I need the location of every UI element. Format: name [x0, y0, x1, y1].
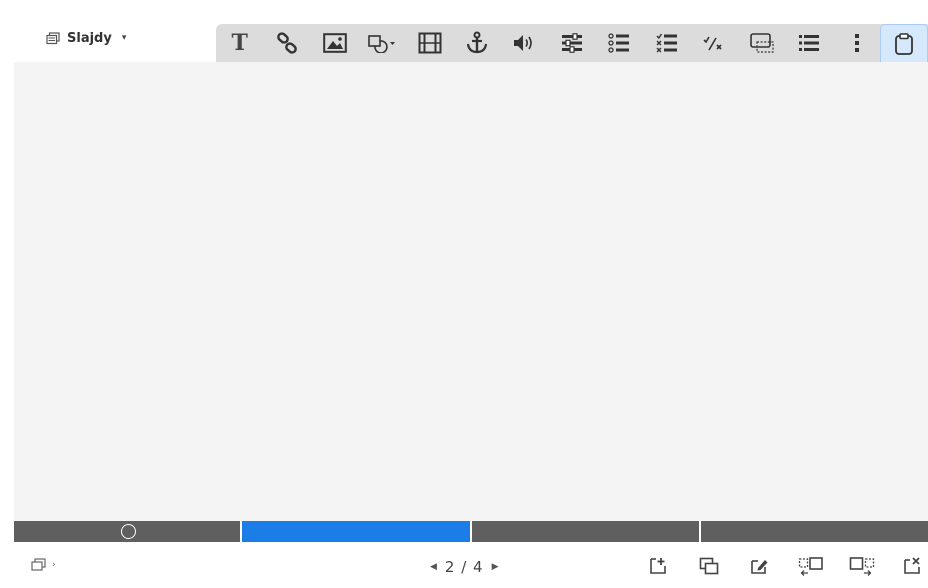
- toolbar: T: [216, 24, 928, 62]
- timeline-segment-1[interactable]: [14, 521, 242, 542]
- anchor-button[interactable]: [453, 24, 500, 62]
- add-slide-button[interactable]: [632, 554, 683, 578]
- slides-menu-label: Slajdy: [67, 30, 112, 46]
- link-button[interactable]: [263, 24, 310, 62]
- checklist-icon: [656, 33, 677, 53]
- multiple-choice-button[interactable]: [596, 24, 643, 62]
- edit-slide-button[interactable]: [734, 554, 785, 578]
- delete-slide-icon: [903, 557, 920, 574]
- timeline-segment-3[interactable]: [472, 521, 701, 542]
- text-button[interactable]: T: [216, 24, 263, 62]
- chevron-down-icon: ▾: [121, 33, 127, 43]
- slide-timeline: [14, 521, 928, 542]
- bottom-bar: › ◀ 2 / 4 ▶: [0, 542, 928, 588]
- slide-canvas[interactable]: [14, 62, 928, 521]
- page-indicator: 2 / 4: [444, 558, 484, 576]
- link-icon: [277, 32, 298, 54]
- slide-actions: [632, 554, 928, 578]
- fraction-icon: [703, 36, 722, 51]
- layout-caret-icon: ›: [52, 560, 56, 570]
- playhead-marker-icon[interactable]: [121, 524, 136, 539]
- slides-icon: [46, 31, 60, 45]
- clipboard-icon: [895, 32, 913, 55]
- slider-button[interactable]: [548, 24, 595, 62]
- list-button[interactable]: [785, 24, 832, 62]
- anchor-icon: [466, 31, 488, 54]
- fraction-button[interactable]: [691, 24, 738, 62]
- move-slide-left-button[interactable]: [785, 554, 836, 578]
- timeline-segment-2[interactable]: [242, 521, 472, 542]
- sliders-icon: [561, 33, 582, 53]
- shape-button[interactable]: [358, 24, 405, 62]
- slides-menu[interactable]: Slajdy ▾: [46, 28, 126, 48]
- duplicate-slide-button[interactable]: [683, 554, 734, 578]
- layout-menu-button[interactable]: ›: [31, 558, 56, 572]
- hotspot-button[interactable]: [738, 24, 785, 62]
- text-icon: T: [231, 30, 248, 56]
- add-slide-icon: [649, 558, 666, 574]
- speaker-icon: [514, 35, 533, 51]
- move-right-icon: [849, 557, 874, 576]
- delete-slide-button[interactable]: [887, 554, 928, 578]
- top-bar: Slajdy ▾ T: [0, 0, 928, 62]
- clipboard-button[interactable]: [880, 24, 928, 62]
- layout-icon: [31, 558, 46, 571]
- hotspot-icon: [749, 33, 774, 53]
- more-button[interactable]: [833, 24, 880, 62]
- list-icon: [799, 35, 820, 51]
- timeline-segment-4[interactable]: [701, 521, 928, 542]
- film-icon: [418, 32, 442, 54]
- next-slide-icon[interactable]: ▶: [492, 562, 499, 572]
- image-icon: [322, 33, 347, 53]
- slide-pager: ◀ 2 / 4 ▶: [430, 558, 499, 576]
- more-vertical-icon: [854, 34, 859, 52]
- move-left-icon: [798, 557, 823, 576]
- previous-slide-icon[interactable]: ◀: [430, 562, 437, 572]
- edit-slide-icon: [750, 560, 767, 574]
- shape-icon: [368, 35, 396, 53]
- duplicate-slide-icon: [699, 557, 718, 575]
- checklist-button[interactable]: [643, 24, 690, 62]
- audio-button[interactable]: [501, 24, 548, 62]
- image-button[interactable]: [311, 24, 358, 62]
- video-button[interactable]: [406, 24, 453, 62]
- move-slide-right-button[interactable]: [836, 554, 887, 578]
- radio-list-icon: [608, 33, 630, 53]
